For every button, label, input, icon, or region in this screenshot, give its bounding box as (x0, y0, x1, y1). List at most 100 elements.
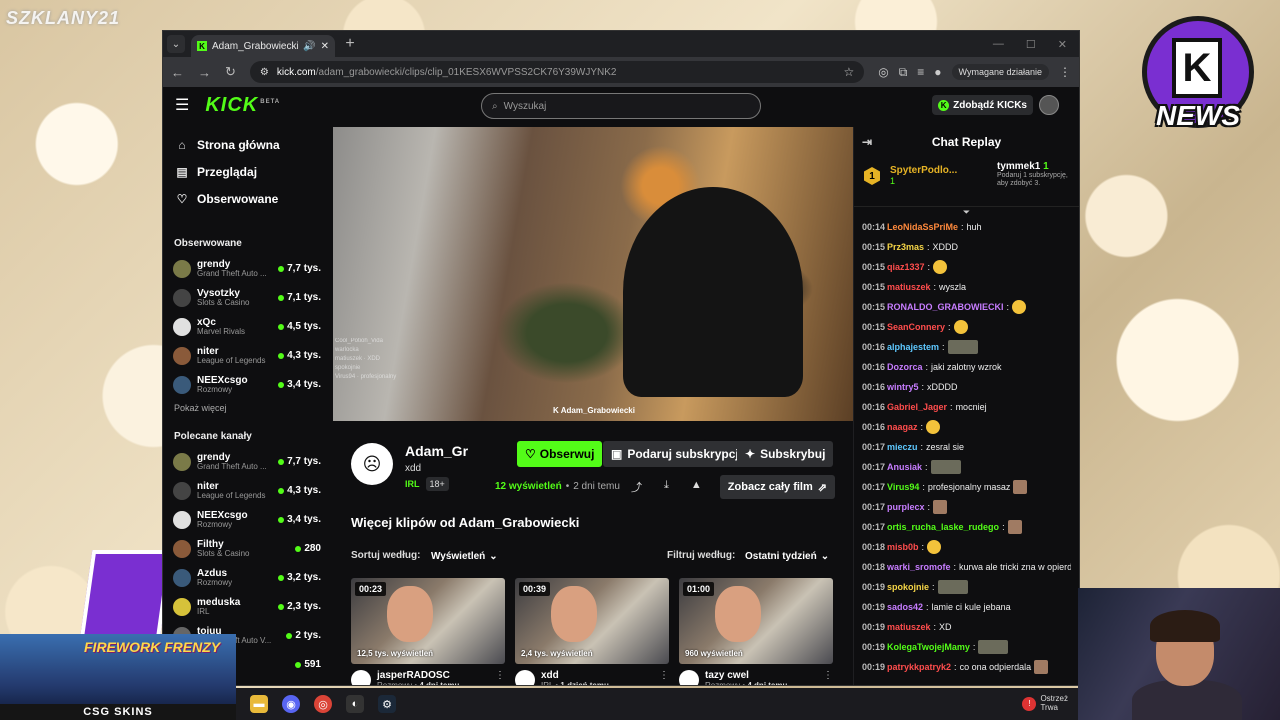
search-input[interactable]: ⌕ Wyszukaj (481, 93, 761, 119)
category-link[interactable]: IRL (405, 479, 420, 489)
forward-icon[interactable]: → (198, 65, 211, 80)
channel-item[interactable]: meduska IRL 2,3 tys. (163, 592, 331, 621)
chrome-icon[interactable]: ◎ (314, 695, 332, 713)
channel-avatar[interactable]: ☹ (351, 443, 393, 485)
filter-chat-icon[interactable]: ⏷ (854, 207, 1079, 217)
sort-dropdown[interactable]: Wyświetleń ⌄ (425, 546, 504, 566)
clip-card[interactable]: 00:23 12,5 tys. wyświetleń jasperRADOSC Roz… (351, 578, 505, 685)
chat-username[interactable]: qiaz1337 (887, 257, 925, 277)
pinned-user[interactable]: SpyterPodlo... (890, 165, 957, 176)
user-avatar[interactable] (1039, 95, 1059, 115)
site-info-icon[interactable]: ⚙ (260, 67, 269, 78)
media-icon[interactable]: ≡ (917, 65, 924, 79)
new-tab-button[interactable]: + (341, 35, 359, 53)
channel-item[interactable]: Vysotzky Slots & Casino 7,1 tys. (163, 283, 331, 312)
clip-category[interactable]: IRL (541, 681, 553, 685)
clip-card[interactable]: 00:39 2,4 tys. wyświetleń xdd IRL • 1 dzień… (515, 578, 669, 685)
channel-item[interactable]: Azdus Rozmowy 3,2 tys. (163, 563, 331, 592)
clip-title[interactable]: xdd (541, 670, 609, 681)
clip-author-avatar[interactable] (679, 670, 699, 685)
bookmark-star-icon[interactable]: ☆ (843, 65, 854, 79)
browser-tab-active[interactable]: K Adam_Grabowiecki - Watch 🔊 ✕ (191, 35, 335, 57)
gift-prompt[interactable]: Podaruj 1 subskrypcję, aby zdobyć 3. (997, 172, 1069, 187)
profile-icon[interactable]: ● (934, 65, 941, 79)
download-icon[interactable]: ⤓ (664, 479, 669, 495)
channel-item[interactable]: Filthy Slots & Casino 280 (163, 534, 331, 563)
chat-username[interactable]: ortis_rucha_laske_rudego (887, 517, 999, 537)
close-window-icon[interactable]: ✕ (1058, 38, 1067, 51)
clip-author-avatar[interactable] (515, 670, 535, 685)
nav-item-przeglądaj[interactable]: ▤ Przeglądaj (163, 158, 331, 185)
back-icon[interactable]: ← (171, 65, 184, 80)
chat-username[interactable]: wintry5 (887, 377, 919, 397)
chat-username[interactable]: Gabriel_Jager (887, 397, 947, 417)
chat-username[interactable]: SeanConnery (887, 317, 945, 337)
tab-search-button[interactable]: ⌄ (167, 35, 185, 53)
channel-item[interactable]: niter League of Legends 4,3 tys. (163, 476, 331, 505)
subscribe-button[interactable]: ✦ Subskrybuj (737, 441, 834, 467)
filter-dropdown[interactable]: Ostatni tydzień ⌄ (739, 546, 835, 566)
chat-username[interactable]: misb0b (887, 537, 919, 557)
menu-icon[interactable]: ⋮ (1059, 65, 1071, 79)
chat-username[interactable]: alphajestem (887, 337, 939, 357)
chat-username[interactable]: mieczu (887, 437, 918, 457)
extension-icon[interactable]: ◎ (878, 65, 888, 79)
chat-username[interactable]: patrykkpatryk2 (887, 657, 951, 677)
report-icon[interactable]: ▲ (691, 479, 702, 495)
channel-item[interactable]: grendy Grand Theft Auto ... 7,7 tys. (163, 447, 331, 476)
chat-username[interactable]: KolegaTwojejMamy (887, 637, 970, 657)
chat-username[interactable]: sados42 (887, 597, 923, 617)
chat-username[interactable]: Anusiak (887, 457, 922, 477)
chat-username[interactable]: warki_sromofe (887, 557, 951, 577)
chat-username[interactable]: purplecx (887, 497, 925, 517)
clip-thumbnail[interactable]: 00:39 2,4 tys. wyświetleń (515, 578, 669, 664)
collapse-chat-icon[interactable]: ⇥ (862, 135, 872, 149)
video-player[interactable]: Cool_Potioh_Vida warlocka matiuszek · XDD s… (333, 127, 853, 421)
show-more-link[interactable]: Pokaż więcej (163, 399, 331, 417)
clip-card[interactable]: 01:00 960 wyświetleń tazy cwel Rozmowy • 4 … (679, 578, 833, 685)
obs-icon[interactable]: ◐ (346, 695, 364, 713)
clip-thumbnail[interactable]: 01:00 960 wyświetleń (679, 578, 833, 664)
nav-item-strona-główna[interactable]: ⌂ Strona główna (163, 131, 331, 158)
chat-username[interactable]: naagaz (887, 417, 918, 437)
clip-title[interactable]: tazy cwel (705, 670, 787, 681)
channel-name[interactable]: Adam_Gr (405, 443, 468, 459)
chat-username[interactable]: matiuszek (887, 617, 931, 637)
more-options-icon[interactable]: ⋮ (659, 670, 669, 681)
kick-logo[interactable]: KICK BETA (205, 94, 280, 117)
full-film-button[interactable]: Zobacz cały film ⇗ (719, 475, 835, 499)
channel-item[interactable]: NEEXcsgo Rozmowy 3,4 tys. (163, 370, 331, 399)
share-icon[interactable]: ⤴ (631, 479, 642, 495)
channel-item[interactable]: NEEXcsgo Rozmowy 3,4 tys. (163, 505, 331, 534)
clip-category[interactable]: Rozmowy (705, 681, 740, 685)
reload-icon[interactable]: ↻ (225, 64, 236, 80)
clip-thumbnail[interactable]: 00:23 12,5 tys. wyświetleń (351, 578, 505, 664)
chat-username[interactable]: Prz3mas (887, 237, 924, 257)
nav-item-obserwowane[interactable]: ♡ Obserwowane (163, 185, 331, 212)
follow-button[interactable]: ♡ Obserwuj (517, 441, 603, 467)
minimize-icon[interactable]: — (993, 38, 1004, 51)
channel-item[interactable]: niter League of Legends 4,3 tys. (163, 341, 331, 370)
clip-title[interactable]: jasperRADOSC (377, 670, 459, 681)
maximize-icon[interactable]: ☐ (1026, 38, 1036, 51)
speaker-icon[interactable]: 🔊 (303, 41, 315, 52)
chat-username[interactable]: Dozorca (887, 357, 923, 377)
channel-item[interactable]: xQc Marvel Rivals 4,5 tys. (163, 312, 331, 341)
hamburger-menu-icon[interactable]: ☰ (175, 95, 189, 115)
file-explorer-icon[interactable]: ▬ (250, 695, 268, 713)
get-kicks-button[interactable]: K Zdobądź KICKs (932, 95, 1033, 115)
puzzle-icon[interactable]: ⧉ (899, 65, 908, 80)
gifter-name[interactable]: tymmek1 (997, 161, 1040, 172)
more-options-icon[interactable]: ⋮ (823, 670, 833, 681)
clip-category[interactable]: Rozmowy (377, 681, 412, 685)
more-options-icon[interactable]: ⋮ (495, 670, 505, 681)
close-tab-icon[interactable]: ✕ (321, 41, 329, 52)
gift-sub-button[interactable]: ▣ Podaruj subskrypcje (603, 441, 754, 467)
notification-area[interactable]: ! Ostrzeż Trwa (1022, 694, 1068, 713)
chat-username[interactable]: matiuszek (887, 277, 931, 297)
chat-username[interactable]: LeoNidaSsPriMe (887, 217, 958, 237)
url-field[interactable]: ⚙ kick.com/adam_grabowiecki/clips/clip_0… (249, 61, 865, 83)
chat-username[interactable]: Virus94 (887, 477, 919, 497)
steam-icon[interactable]: ⚙ (378, 695, 396, 713)
discord-icon[interactable]: ◉ (282, 695, 300, 713)
